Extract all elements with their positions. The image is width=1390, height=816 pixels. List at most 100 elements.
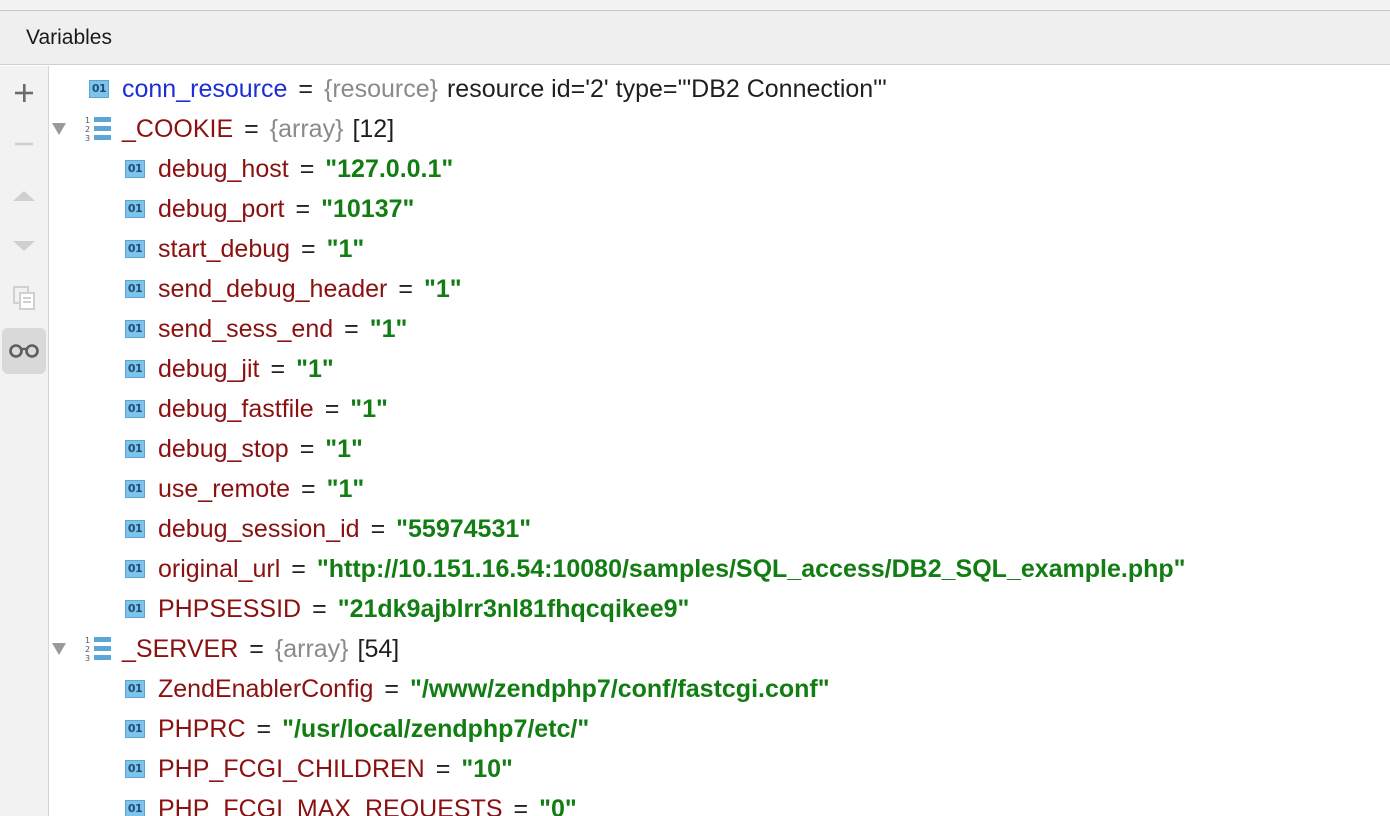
svg-text:2: 2 [85,645,90,654]
tree-row-php-fcgi-children[interactable]: 01 PHP_FCGI_CHILDREN = "10" [49,749,1390,789]
variable-icon: 01 [125,560,145,578]
svg-text:3: 3 [85,134,90,143]
variables-panel-header: Variables [0,11,1390,65]
variable-value: "1" [325,434,363,463]
array-count: [12] [352,114,395,143]
variable-value: "1" [296,354,334,383]
array-count: [54] [357,634,400,663]
equals-sign: = [291,554,306,583]
expand-toggle[interactable] [52,642,66,656]
tree-row-original-url[interactable]: 01 original_url = "http://10.151.16.54:1… [49,549,1390,589]
equals-sign: = [344,314,359,343]
tree-row-debug-port[interactable]: 01 debug_port = "10137" [49,189,1390,229]
triangle-up-icon [13,191,35,201]
tree-row-debug-host[interactable]: 01 debug_host = "127.0.0.1" [49,149,1390,189]
equals-sign: = [244,114,259,143]
variable-icon: 01 [125,200,145,218]
equals-sign: = [435,754,451,783]
minus-icon [15,142,33,146]
variable-name: debug_port [158,194,285,223]
equals-sign: = [324,394,340,423]
variable-icon: 01 [125,160,145,178]
add-watch-button[interactable] [2,70,46,116]
tree-row-debug-fastfile[interactable]: 01 debug_fastfile = "1" [49,389,1390,429]
variables-tree: 01 conn_resource = {resource} resource i… [49,66,1390,816]
variable-icon: 01 [125,720,145,738]
triangle-down-icon [52,123,66,135]
variable-name: PHPSESSID [158,594,302,623]
variable-value: "/usr/local/zendphp7/etc/" [282,714,590,743]
equals-sign: = [249,634,264,663]
variable-icon: 01 [89,80,109,98]
variable-name: conn_resource [122,74,288,103]
equals-sign: = [301,234,316,263]
tree-row-phpsessid[interactable]: 01 PHPSESSID = "21dk9ajblrr3nl81fhqcqike… [49,589,1390,629]
equals-sign: = [256,714,272,743]
variable-name: send_sess_end [158,314,334,343]
panel-title: Variables [26,26,112,49]
variable-name: debug_session_id [158,514,360,543]
tree-row-debug-session-id[interactable]: 01 debug_session_id = "55974531" [49,509,1390,549]
variable-name: _SERVER [122,634,239,663]
move-up-button[interactable] [2,173,46,219]
tree-row-use-remote[interactable]: 01 use_remote = "1" [49,469,1390,509]
variable-icon: 01 [125,240,145,258]
variable-value: "55974531" [396,514,532,543]
variable-icon: 01 [125,800,145,816]
variable-value: "1" [424,274,462,303]
tree-row-send-debug-header[interactable]: 01 send_debug_header = "1" [49,269,1390,309]
variable-name: PHP_FCGI_CHILDREN [158,754,425,783]
equals-sign: = [298,74,313,103]
copy-button[interactable] [2,275,46,321]
equals-sign: = [299,434,315,463]
svg-text:1: 1 [85,116,90,125]
variable-name: original_url [158,554,281,583]
variable-value: "1" [369,314,408,343]
variable-value: "10" [461,754,513,783]
remove-watch-button[interactable] [2,121,46,167]
variable-value: "21dk9ajblrr3nl81fhqcqikee9" [337,594,690,623]
tree-row-conn-resource[interactable]: 01 conn_resource = {resource} resource i… [49,69,1390,109]
variable-name: PHPRC [158,714,246,743]
equals-sign: = [398,274,413,303]
expand-toggle[interactable] [52,122,66,136]
tree-row-send-sess-end[interactable]: 01 send_sess_end = "1" [49,309,1390,349]
tree-row-phprc[interactable]: 01 PHPRC = "/usr/local/zendphp7/etc/" [49,709,1390,749]
variable-name: debug_fastfile [158,394,314,423]
array-icon: 1 2 3 [85,636,111,663]
variable-value: resource id='2' type='"DB2 Connection"' [446,74,887,103]
array-icon: 1 2 3 [85,116,111,143]
tree-row-cookie[interactable]: 1 2 3 _COOKIE = {array} [12] [49,109,1390,149]
type-hint: {array} [269,114,344,143]
equals-sign: = [513,794,529,816]
equals-sign: = [301,474,316,503]
variable-icon: 01 [125,480,145,498]
top-strip [0,0,1390,11]
tree-row-start-debug[interactable]: 01 start_debug = "1" [49,229,1390,269]
variable-name: start_debug [158,234,291,263]
variable-icon: 01 [125,760,145,778]
plus-icon [15,84,33,102]
variable-value: "0" [539,794,577,816]
equals-sign: = [384,674,400,703]
svg-text:3: 3 [85,654,90,663]
variable-icon: 01 [125,440,145,458]
tree-row-php-fcgi-max-requests[interactable]: 01 PHP_FCGI_MAX_REQUESTS = "0" [49,789,1390,816]
variable-value: "1" [326,234,365,263]
tree-row-zendenablerconfig[interactable]: 01 ZendEnablerConfig = "/www/zendphp7/co… [49,669,1390,709]
debug-toolbar [0,66,49,816]
variable-icon: 01 [125,600,145,618]
tree-row-server[interactable]: 1 2 3 _SERVER = {array} [54] [49,629,1390,669]
variable-icon: 01 [125,280,145,298]
variable-name: _COOKIE [122,114,234,143]
variable-name: use_remote [158,474,291,503]
variable-value: "127.0.0.1" [325,154,454,183]
tree-row-debug-stop[interactable]: 01 debug_stop = "1" [49,429,1390,469]
watches-toggle-button[interactable] [2,328,46,374]
triangle-down-icon [52,643,66,655]
variable-value: "1" [350,394,388,423]
move-down-button[interactable] [2,223,46,269]
variable-icon: 01 [125,680,145,698]
tree-row-debug-jit[interactable]: 01 debug_jit = "1" [49,349,1390,389]
equals-sign: = [312,594,327,623]
